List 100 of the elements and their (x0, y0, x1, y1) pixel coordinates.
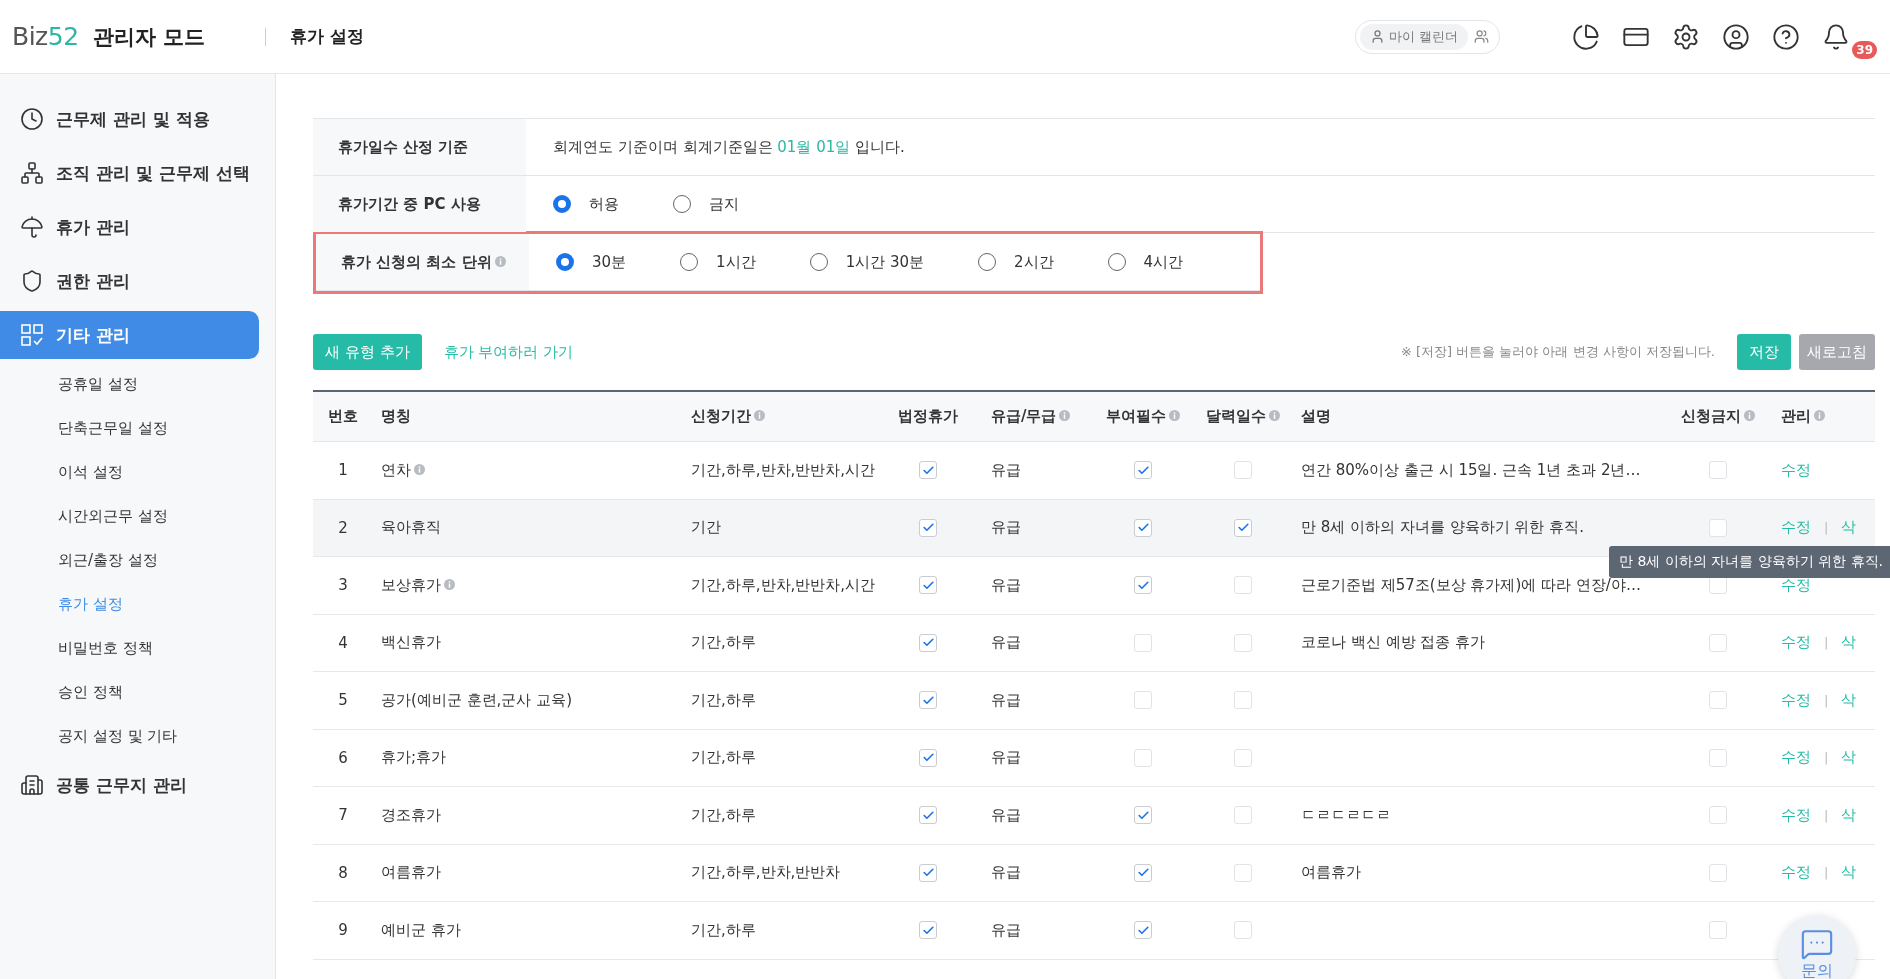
checkbox[interactable] (919, 691, 937, 710)
radio-button[interactable] (1107, 253, 1126, 271)
checkbox[interactable] (1134, 691, 1152, 710)
checkbox[interactable] (1234, 461, 1252, 480)
radio-option[interactable]: 2시간 (978, 252, 1054, 272)
checkbox[interactable] (1709, 921, 1727, 940)
checkbox[interactable] (919, 863, 937, 882)
table-cell-text: 유급 (990, 575, 1022, 595)
checkbox[interactable] (1709, 863, 1727, 882)
sidebar-subitem[interactable]: 이석 설정 (0, 450, 275, 494)
table-cell-text: 기간,하루 (690, 690, 757, 710)
radio-option[interactable]: 4시간 (1107, 252, 1184, 272)
checkbox[interactable] (1709, 461, 1727, 480)
sidebar-subitem[interactable]: 외근/출장 설정 (0, 538, 275, 582)
sidebar-item[interactable]: 기타 관리 (0, 311, 259, 359)
sidebar-subitem[interactable]: 휴가 설정 (0, 582, 275, 626)
edit-link[interactable]: 수정 (1781, 805, 1811, 825)
bell-icon[interactable] (1822, 22, 1850, 51)
pie-chart-icon[interactable] (1572, 22, 1600, 51)
radio-option[interactable]: 1시간 30분 (809, 252, 925, 272)
table-cell: 경조휴가 (381, 805, 441, 825)
checkbox[interactable] (1709, 748, 1727, 767)
user-icon[interactable] (1722, 22, 1750, 51)
checkbox[interactable] (1134, 748, 1152, 767)
checkbox[interactable] (1134, 518, 1152, 537)
checkbox[interactable] (919, 633, 937, 652)
setting-label: 휴가기간 중 PC 사용 (338, 194, 481, 214)
building-icon (20, 773, 44, 797)
sidebar-subitem[interactable]: 시간외근무 설정 (0, 494, 275, 538)
sidebar-item[interactable]: 공통 근무지 관리 (0, 761, 259, 809)
sidebar-subitem[interactable]: 공지 설정 및 기타 (0, 714, 275, 758)
sidebar-item[interactable]: 휴가 관리 (0, 203, 259, 251)
edit-link[interactable]: 수정 (1781, 460, 1811, 480)
edit-link[interactable]: 수정 (1781, 575, 1811, 595)
checkbox[interactable] (1234, 863, 1252, 882)
checkbox[interactable] (1134, 863, 1152, 882)
checkbox[interactable] (1234, 748, 1252, 767)
check-icon (1136, 463, 1150, 477)
checkbox[interactable] (1234, 633, 1252, 652)
checkbox[interactable] (919, 748, 937, 767)
edit-link[interactable]: 수정 (1781, 863, 1811, 883)
checkbox[interactable] (1134, 633, 1152, 652)
checkbox[interactable] (1709, 691, 1727, 710)
radio-button[interactable] (553, 195, 571, 213)
checkbox[interactable] (1234, 518, 1252, 537)
delete-link[interactable]: 삭 (1841, 518, 1857, 538)
radio-option[interactable]: 금지 (673, 194, 739, 214)
delete-link[interactable]: 삭 (1841, 748, 1857, 768)
sidebar-subitem[interactable]: 비밀번호 정책 (0, 626, 275, 670)
checkbox[interactable] (1234, 806, 1252, 825)
save-button[interactable]: 저장 (1737, 334, 1791, 370)
calendar-button[interactable]: 마이 캘린더 (1354, 19, 1500, 54)
add-type-button[interactable]: 새 유형 추가 (313, 334, 422, 370)
delete-link[interactable]: 삭 (1841, 690, 1857, 710)
checkbox[interactable] (919, 518, 937, 537)
checkbox[interactable] (1234, 691, 1252, 710)
page-title: 휴가 설정 (289, 25, 364, 48)
sidebar-subitem[interactable]: 단축근무일 설정 (0, 406, 275, 450)
checkbox[interactable] (1134, 576, 1152, 595)
delete-link[interactable]: 삭 (1841, 805, 1857, 825)
checkbox[interactable] (919, 806, 937, 825)
checkbox[interactable] (919, 576, 937, 595)
radio-button[interactable] (809, 253, 828, 271)
checkbox[interactable] (1134, 921, 1152, 940)
radio-button[interactable] (680, 253, 699, 271)
checkbox[interactable] (1134, 806, 1152, 825)
table-cell: ㄷㄹㄷㄹㄷㄹ (1301, 805, 1391, 825)
info-icon (1814, 410, 1825, 421)
radio-button[interactable] (673, 195, 691, 213)
checkbox[interactable] (1134, 461, 1152, 480)
sidebar-subitem[interactable]: 공휴일 설정 (0, 362, 275, 406)
radio-option[interactable]: 1시간 (680, 252, 756, 272)
table-cell: 연차 (381, 460, 425, 480)
sidebar-item[interactable]: 권한 관리 (0, 257, 259, 305)
delete-link[interactable]: 삭 (1841, 863, 1857, 883)
checkbox[interactable] (1709, 633, 1727, 652)
settings-icon[interactable] (1672, 22, 1700, 51)
checkbox[interactable] (1234, 576, 1252, 595)
sidebar-item[interactable]: 조직 관리 및 근무제 선택 (0, 149, 259, 197)
check-icon (921, 463, 935, 477)
radio-button[interactable] (556, 253, 574, 271)
check-icon (921, 923, 935, 937)
checkbox[interactable] (919, 461, 937, 480)
sidebar-item[interactable]: 근무제 관리 및 적용 (0, 95, 259, 143)
checkbox[interactable] (1709, 806, 1727, 825)
delete-link[interactable]: 삭 (1841, 633, 1857, 653)
edit-link[interactable]: 수정 (1781, 748, 1811, 768)
info-icon (1059, 410, 1071, 421)
edit-link[interactable]: 수정 (1781, 518, 1811, 538)
grant-leave-link[interactable]: 휴가 부여하러 가기 (443, 342, 574, 362)
checkbox[interactable] (1709, 518, 1727, 537)
radio-option[interactable]: 허용 (553, 194, 619, 214)
radio-button[interactable] (978, 253, 997, 271)
sidebar-subitem[interactable]: 승인 정책 (0, 670, 275, 714)
help-icon[interactable] (1772, 22, 1800, 51)
radio-option[interactable]: 30분 (556, 252, 627, 272)
checkbox[interactable] (919, 921, 937, 940)
edit-link[interactable]: 수정 (1781, 690, 1811, 710)
edit-link[interactable]: 수정 (1781, 633, 1811, 653)
checkbox[interactable] (1234, 921, 1252, 940)
